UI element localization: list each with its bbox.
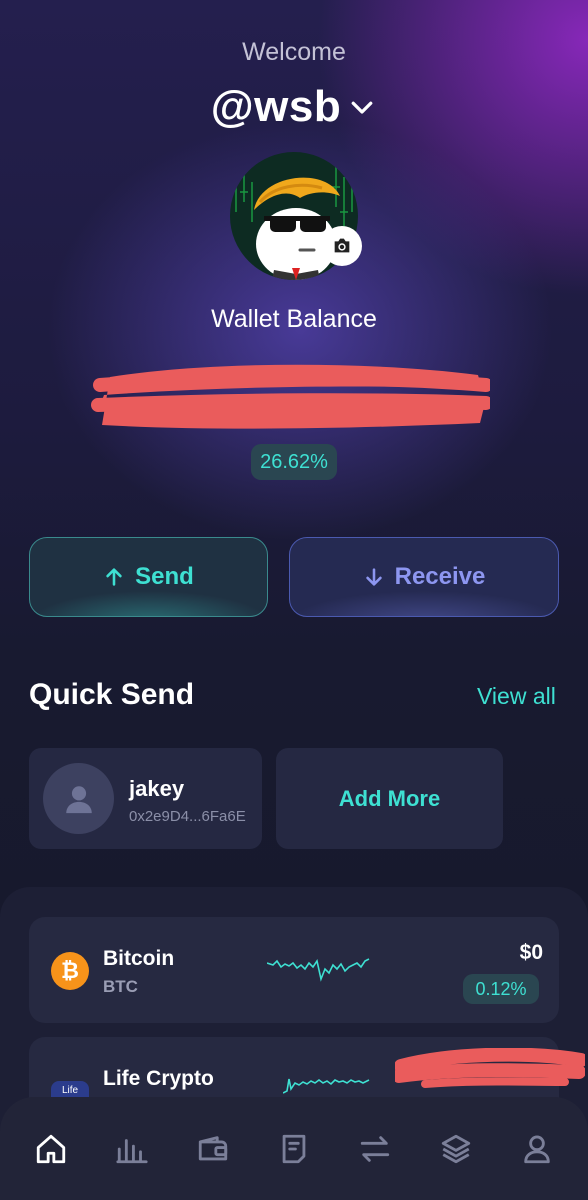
- nav-ledger[interactable]: [269, 1124, 319, 1174]
- balance-change-badge: 26.62%: [251, 444, 337, 480]
- bitcoin-icon: ₿: [51, 952, 89, 990]
- sparkline-chart: [283, 1078, 370, 1094]
- profile-icon: [524, 1135, 551, 1163]
- asset-row-bitcoin[interactable]: ₿ Bitcoin BTC $0 0.12%: [29, 917, 559, 1023]
- receive-label: Receive: [394, 563, 486, 590]
- swap-icon: [360, 1135, 390, 1162]
- asset-value: $0: [519, 941, 543, 964]
- redacted-balance: [91, 364, 490, 429]
- bottom-nav: [0, 1097, 588, 1200]
- ledger-icon: [282, 1134, 306, 1163]
- receive-button[interactable]: Receive: [289, 537, 559, 617]
- send-button[interactable]: Send: [29, 537, 268, 617]
- camera-icon: [334, 238, 350, 253]
- contact-name: jakey: [129, 776, 185, 801]
- nav-wallet[interactable]: [188, 1124, 238, 1174]
- asset-name: Life Crypto: [103, 1067, 214, 1090]
- account-selector[interactable]: @wsb: [0, 82, 588, 132]
- contact-card[interactable]: jakey 0x2e9D4...6Fa6E: [29, 748, 262, 849]
- chevron-down-icon: [351, 101, 373, 114]
- sparkline-chart: [267, 958, 370, 982]
- nav-home[interactable]: [26, 1124, 76, 1174]
- contact-address: 0x2e9D4...6Fa6E: [129, 808, 246, 825]
- view-all-link[interactable]: View all: [477, 683, 556, 710]
- quick-send-title: Quick Send: [29, 678, 195, 711]
- arrow-up-icon: [106, 568, 122, 586]
- avatar-container[interactable]: [230, 152, 362, 280]
- welcome-text: Welcome: [242, 38, 346, 66]
- send-label: Send: [135, 563, 194, 590]
- nav-layers[interactable]: [431, 1124, 481, 1174]
- asset-name: Bitcoin: [103, 947, 175, 970]
- redacted-value: [395, 1048, 585, 1088]
- user-placeholder-icon: [65, 785, 92, 813]
- asset-symbol: BTC: [103, 977, 138, 996]
- username: @wsb: [210, 82, 342, 131]
- asset-change-badge: 0.12%: [463, 974, 539, 1004]
- add-more-button[interactable]: Add More: [276, 748, 503, 849]
- nav-markets[interactable]: [107, 1124, 157, 1174]
- layers-icon: [442, 1134, 471, 1163]
- nav-profile[interactable]: [512, 1124, 562, 1174]
- chart-icon: [116, 1138, 148, 1163]
- arrow-down-icon: [365, 568, 382, 586]
- home-icon: [36, 1134, 65, 1163]
- wallet-balance-label: Wallet Balance: [211, 305, 377, 333]
- wallet-icon: [198, 1135, 228, 1160]
- nav-swap[interactable]: [350, 1124, 400, 1174]
- change-avatar-button[interactable]: [322, 226, 362, 266]
- contact-avatar: [43, 763, 114, 834]
